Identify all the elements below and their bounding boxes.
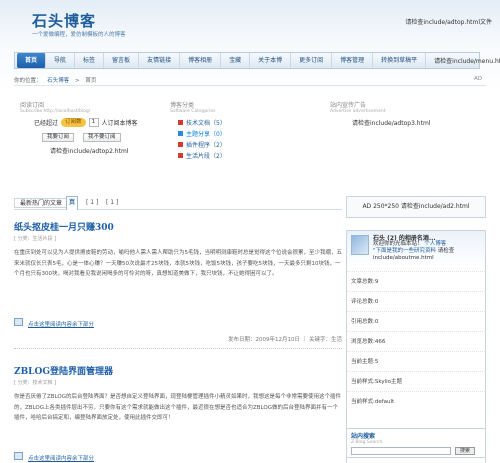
subscribe-subtitle: Subscribe http://localhost/blog/: [20, 109, 91, 114]
nav-item-album[interactable]: 博客相册: [180, 53, 222, 68]
stat-comments: 评论总数:0: [347, 291, 485, 311]
post-title[interactable]: ZBLOG登陆界面管理器: [14, 364, 342, 377]
tab-page-active[interactable]: 页: [66, 196, 78, 210]
nav-item-treasure[interactable]: 宝藏: [221, 53, 251, 68]
post-meta: 发布日期：2009年12月10日 ｜ 关键字：生活: [228, 337, 342, 343]
profile-research-link[interactable]: "下面是我的一些研究资料: [373, 248, 436, 254]
search-title: 站内搜索: [351, 433, 376, 440]
search-widget: 站内搜索 Z-Blog Search 搜索: [346, 428, 486, 458]
post-title[interactable]: 纸头抠皮桂一月只赚300: [14, 220, 342, 233]
profile-blog-link[interactable]: 个人博客: [424, 241, 446, 247]
categories-subtitle: Software Categories: [170, 109, 216, 114]
category-label: 主题分享（0）: [186, 131, 226, 138]
category-square-icon: [178, 153, 183, 158]
avatar[interactable]: [351, 235, 369, 255]
read-more-icon: [14, 318, 23, 326]
search-subtitle: Z-Blog Search: [351, 440, 383, 445]
search-button[interactable]: 搜索: [455, 447, 476, 455]
stat-current-style: 当前样式:default: [347, 391, 485, 411]
post-category[interactable]: [ 分类：生活片段 ]: [14, 235, 342, 242]
search-row: 搜索: [351, 447, 481, 455]
category-square-icon: [178, 142, 183, 147]
category-item[interactable]: 技术文档（5）: [170, 118, 280, 127]
profile-desc: 欢迎你的光临本站！ 个人博客 "下面是我的一些研究资料 请检查include/a…: [373, 241, 483, 262]
sidebar-ad: AD 250*250 请检查include/ad2.html: [346, 196, 486, 218]
promo-widget: 站内宣传广告 Advertise advertisement 请检查includ…: [330, 100, 486, 127]
subscribe-title: 阅读订阅: [20, 102, 45, 109]
stat-articles: 文章总数:9: [347, 271, 485, 291]
promo-subtitle: Advertise advertisement: [330, 109, 386, 114]
breadcrumb-ad-label: AD: [474, 76, 482, 82]
nav-item-more-subscribe[interactable]: 更多订阅: [291, 53, 333, 68]
post-item: ZBLOG登陆界面管理器 [ 分类：技术文档 ] 你是否厌倦了ZBLOG的后台登…: [14, 364, 342, 424]
subscribe-include-text: 请检查include/adtop2.html: [50, 148, 129, 155]
top-widgets: 阅读订阅 Subscribe http://localhost/blog/ 已经…: [14, 100, 486, 174]
subscribe-count-line: 已经超过 订阅数 1 人订阅本博客: [20, 118, 170, 127]
site-logo[interactable]: 石头博客: [32, 10, 96, 31]
breadcrumb: 你的位置： 石头博客 > 首页 AD: [14, 76, 486, 86]
read-more-link[interactable]: 点击这里阅读内容余下部分: [28, 320, 94, 328]
read-more-icon: [14, 452, 23, 460]
post-divider: [14, 348, 342, 349]
post-excerpt: 在重庆到处可以见为人提供擦皮鞋的劳动，喻吗他人需人需人帮助只为5毛钱，当明明测康…: [14, 250, 343, 277]
site-slogan: 一个爱做编程，爱仿制模板的人的博客: [32, 32, 126, 38]
breadcrumb-current: 首页: [85, 78, 97, 84]
category-square-icon: [178, 131, 183, 136]
category-label: 生活片段（2）: [186, 153, 226, 160]
unsubscribe-button[interactable]: 我不要订阅: [83, 133, 121, 142]
post-category[interactable]: [ 分类：技术文档 ]: [14, 379, 342, 386]
tab-page-2[interactable]: [ 1 ]: [106, 199, 118, 206]
read-more-link[interactable]: 点击这里阅读内容余下部分: [28, 454, 94, 462]
category-item[interactable]: 生活片段（2）: [170, 151, 280, 160]
stat-trackbacks: 引用总数:0: [347, 311, 485, 331]
breadcrumb-site-link[interactable]: 石头博客: [47, 78, 69, 84]
nav-item-guide[interactable]: 导航: [46, 53, 76, 68]
tab-page-1[interactable]: [ 1 ]: [86, 199, 98, 206]
nav-item-admin[interactable]: 博客管理: [332, 53, 374, 68]
subscribe-widget: 阅读订阅 Subscribe http://localhost/blog/ 已经…: [20, 100, 170, 155]
nav-item-about[interactable]: 关于本博: [250, 53, 292, 68]
sidebar: AD 250*250 请检查include/ad2.html 石头 (2) 的相…: [346, 196, 486, 463]
post-item: 纸头抠皮桂一月只赚300 [ 分类：生活片段 ] 在重庆到处可以见为人提供擦皮鞋…: [14, 220, 342, 280]
main-content: 最新热门的文章 页 [ 1 ] [ 1 ] 纸头抠皮桂一月只赚300 [ 分类：…: [14, 196, 342, 462]
search-input[interactable]: [351, 447, 451, 455]
category-label: 插件程序（2）: [186, 142, 226, 149]
post-tabs: 最新热门的文章 页 [ 1 ] [ 1 ]: [14, 196, 342, 210]
tab-latest-hot[interactable]: 最新热门的文章: [14, 198, 69, 208]
subscribe-count: 1: [88, 118, 99, 127]
nav-item-links[interactable]: 友情链接: [139, 53, 181, 68]
categories-title: 博客分类: [170, 102, 195, 109]
category-item[interactable]: 插件程序（2）: [170, 140, 280, 149]
breadcrumb-label: 你的位置：: [14, 78, 42, 84]
profile-header: 石头 (2) 的相册名酒... 欢迎你的光临本站！ 个人博客 "下面是我的一些研…: [347, 231, 485, 265]
stat-current-skin: 当前样式:Skylio主题: [347, 371, 485, 391]
post-excerpt: 你是否厌倦了ZBLOG的后台登陆界面？是否想自定义登陆界面，现登陆梗管理插件小精…: [14, 394, 342, 421]
category-item[interactable]: 主题分享（0）: [170, 129, 280, 138]
nav-include-text: 请检查include/menu.html: [434, 58, 500, 65]
subscribe-people-label: 人订阅本博客: [101, 120, 138, 127]
breadcrumb-separator: >: [75, 78, 80, 84]
subscribe-badge[interactable]: 订阅数: [61, 118, 86, 127]
nav-item-home[interactable]: 首页: [17, 53, 47, 68]
subscribe-buttons: 我要订阅 我不要订阅: [20, 133, 170, 142]
categories-widget: 博客分类 Software Categories 技术文档（5） 主题分享（0）…: [170, 100, 280, 162]
promo-include-text: 请检查include/adtop3.html: [352, 120, 431, 127]
main-nav: 首页 导航 标签 留言板 友情链接 博客相册 宝藏 关于本博 更多订阅 博客管理…: [14, 52, 500, 69]
category-square-icon: [178, 120, 183, 125]
stat-views: 浏览总数:466: [347, 331, 485, 351]
subscribe-already-label: 已经超过: [34, 120, 59, 127]
header-include-text: 请检查include/adtop.html文件: [405, 19, 492, 26]
nav-item-guestbook[interactable]: 留言板: [104, 53, 140, 68]
profile-welcome: 欢迎你的光临本站！: [373, 241, 423, 247]
page: 石头博客 一个爱做编程，爱仿制模板的人的博客 请检查include/adtop.…: [0, 0, 500, 463]
nav-item-tags[interactable]: 标签: [75, 53, 105, 68]
promo-title: 站内宣传广告: [330, 102, 367, 109]
nav-item-draft[interactable]: 转换到草稿平: [373, 53, 427, 68]
subscribe-button[interactable]: 我要订阅: [42, 133, 75, 142]
category-label: 技术文档（5）: [186, 120, 226, 127]
stat-current-theme: 当前主题:5: [347, 351, 485, 371]
